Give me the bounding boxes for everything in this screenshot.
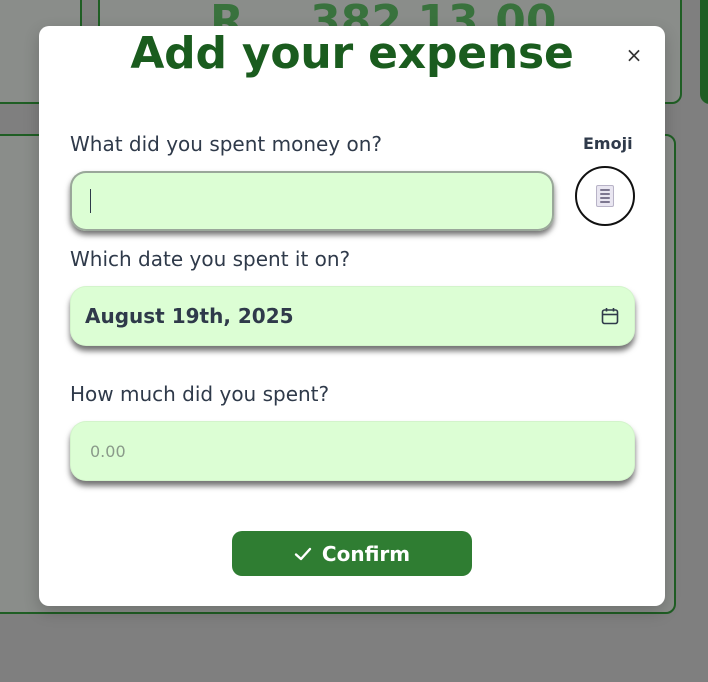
modal-title: Add your expense: [130, 28, 574, 79]
amount-input[interactable]: [70, 421, 635, 481]
date-label: Which date you spent it on?: [70, 247, 351, 271]
close-icon[interactable]: ×: [621, 42, 647, 68]
receipt-icon: [596, 185, 614, 207]
emoji-picker-button[interactable]: [575, 166, 635, 226]
date-value: August 19th, 2025: [85, 304, 294, 328]
name-label: What did you spent money on?: [70, 132, 383, 156]
date-picker-field[interactable]: August 19th, 2025: [70, 286, 635, 346]
emoji-label: Emoji: [583, 134, 633, 153]
calendar-icon[interactable]: [601, 307, 619, 325]
confirm-button[interactable]: Confirm: [232, 531, 472, 576]
check-icon: [294, 547, 312, 560]
amount-label: How much did you spent?: [70, 382, 330, 406]
expense-name-field[interactable]: [70, 171, 554, 231]
confirm-label: Confirm: [321, 541, 411, 566]
amount-field[interactable]: [70, 421, 635, 481]
add-expense-modal: Add your expense × What did you spent mo…: [39, 26, 665, 606]
expense-name-input[interactable]: [70, 171, 554, 231]
background-side-card: [700, 0, 708, 104]
text-caret: [90, 189, 91, 213]
